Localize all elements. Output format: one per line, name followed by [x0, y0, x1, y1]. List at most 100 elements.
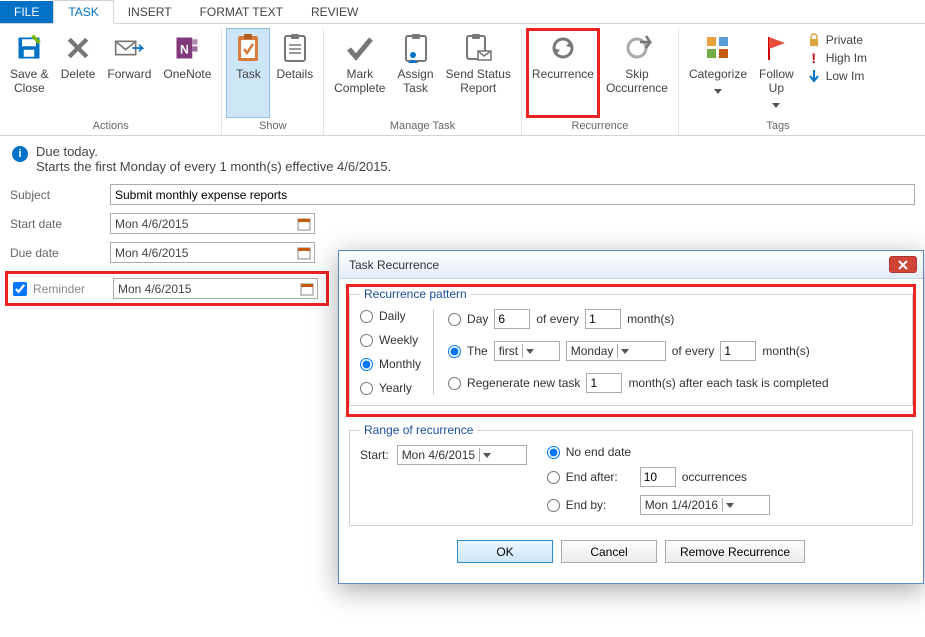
save-icon [13, 32, 45, 64]
tab-task[interactable]: TASK [53, 0, 113, 24]
skip-label: Skip Occurrence [606, 68, 668, 96]
clipboard-mail-icon [462, 32, 494, 64]
exclamation-icon: ! [806, 50, 822, 66]
send-status-button[interactable]: Send Status Report [440, 28, 517, 118]
pattern-regenerate-option[interactable]: Regenerate new task month(s) after each … [448, 373, 902, 393]
calendar-icon[interactable] [296, 245, 312, 261]
recurrence-pattern-group: Recurrence pattern Daily Weekly Monthly … [349, 287, 913, 406]
due-date-input[interactable]: Mon 4/6/2015 [110, 242, 315, 263]
the-months-input[interactable] [720, 341, 756, 361]
info-line1: Due today. [36, 144, 391, 159]
recurrence-button[interactable]: Recurrence [526, 28, 600, 118]
save-close-button[interactable]: Save & Close [4, 28, 55, 118]
info-line2: Starts the first Monday of every 1 month… [36, 159, 391, 174]
pattern-the-option[interactable]: The first Monday of every month(s) [448, 341, 902, 361]
dayofweek-select[interactable]: Monday [566, 341, 666, 361]
tab-review[interactable]: REVIEW [297, 1, 372, 23]
day-months-input[interactable] [585, 309, 621, 329]
range-of-recurrence-group: Range of recurrence Start: Mon 4/6/2015 … [349, 423, 913, 526]
regen-months-input[interactable] [586, 373, 622, 393]
delete-button[interactable]: Delete [55, 28, 102, 118]
group-show: Task Details Show [222, 28, 324, 135]
range-start-label: Start: [360, 448, 389, 462]
group-actions: Save & Close Delete Forward N OneNote [0, 28, 222, 135]
mark-complete-label: Mark Complete [334, 68, 385, 96]
ok-button[interactable]: OK [457, 540, 553, 563]
reminder-checkbox[interactable] [13, 282, 27, 296]
ribbon-tabs: FILE TASK INSERT FORMAT TEXT REVIEW [0, 0, 925, 24]
task-label: Task [236, 68, 261, 82]
dialog-titlebar[interactable]: Task Recurrence [339, 251, 923, 279]
tab-format-text[interactable]: FORMAT TEXT [186, 1, 297, 23]
calendar-icon[interactable] [299, 281, 315, 297]
group-manage-label: Manage Task [390, 118, 455, 135]
delete-label: Delete [61, 68, 96, 82]
reminder-date-input[interactable]: Mon 4/6/2015 [113, 278, 318, 299]
onenote-button[interactable]: N OneNote [157, 28, 217, 118]
start-date-input[interactable]: Mon 4/6/2015 [110, 213, 315, 234]
group-tags: Categorize Follow Up Private ! High Im [679, 28, 877, 135]
low-label: Low Im [826, 69, 865, 83]
range-endby-option[interactable]: End by:Mon 1/4/2016 [547, 495, 770, 515]
low-importance-button[interactable]: Low Im [806, 68, 867, 84]
group-tags-label: Tags [766, 118, 789, 135]
freq-weekly[interactable]: Weekly [360, 333, 421, 347]
task-button[interactable]: Task [226, 28, 270, 118]
followup-label: Follow Up [759, 68, 794, 96]
start-date-value: Mon 4/6/2015 [115, 217, 188, 231]
info-icon: i [12, 146, 28, 162]
close-button[interactable] [889, 256, 917, 273]
freq-monthly[interactable]: Monthly [360, 357, 421, 371]
task-recurrence-dialog: Task Recurrence Recurrence pattern Daily… [338, 250, 924, 584]
mark-complete-button[interactable]: Mark Complete [328, 28, 391, 118]
due-date-label: Due date [10, 246, 110, 260]
close-icon [898, 260, 908, 270]
pattern-day-option[interactable]: Day of every month(s) [448, 309, 902, 329]
clipboard-details-icon [279, 32, 311, 64]
send-status-label: Send Status Report [446, 68, 511, 96]
onenote-icon: N [171, 32, 203, 64]
tab-insert[interactable]: INSERT [114, 1, 186, 23]
clipboard-person-icon [400, 32, 432, 64]
freq-yearly[interactable]: Yearly [360, 381, 421, 395]
tab-file[interactable]: FILE [0, 1, 53, 23]
cancel-button[interactable]: Cancel [561, 540, 657, 563]
details-button[interactable]: Details [270, 28, 319, 118]
categorize-button[interactable]: Categorize [683, 28, 753, 118]
recurrence-icon [547, 32, 579, 64]
chevron-down-icon [772, 98, 780, 112]
private-label: Private [826, 33, 863, 47]
assign-task-button[interactable]: Assign Task [391, 28, 439, 118]
ribbon: Save & Close Delete Forward N OneNote [0, 24, 925, 136]
private-button[interactable]: Private [806, 32, 867, 48]
pattern-legend: Recurrence pattern [360, 287, 471, 301]
group-actions-label: Actions [93, 118, 129, 135]
remove-recurrence-button[interactable]: Remove Recurrence [665, 540, 805, 563]
chevron-down-icon [479, 448, 493, 462]
details-label: Details [276, 68, 313, 82]
range-start-input[interactable]: Mon 4/6/2015 [397, 445, 527, 465]
subject-input[interactable] [110, 184, 915, 205]
day-number-input[interactable] [494, 309, 530, 329]
range-noend-option[interactable]: No end date [547, 445, 770, 459]
onenote-label: OneNote [163, 68, 211, 82]
arrow-down-icon [806, 68, 822, 84]
ordinal-select[interactable]: first [494, 341, 560, 361]
endafter-count-input[interactable] [640, 467, 676, 487]
reminder-row: Reminder Mon 4/6/2015 [5, 271, 329, 306]
high-importance-button[interactable]: ! High Im [806, 50, 867, 66]
freq-daily[interactable]: Daily [360, 309, 421, 323]
reminder-label: Reminder [33, 282, 107, 296]
chevron-down-icon [617, 344, 631, 358]
calendar-icon[interactable] [296, 216, 312, 232]
categorize-icon [702, 32, 734, 64]
skip-icon [621, 32, 653, 64]
skip-occurrence-button[interactable]: Skip Occurrence [600, 28, 674, 118]
forward-button[interactable]: Forward [101, 28, 157, 118]
range-endafter-option[interactable]: End after:occurrences [547, 467, 770, 487]
forward-icon [113, 32, 145, 64]
endby-date-input[interactable]: Mon 1/4/2016 [640, 495, 770, 515]
recurrence-label: Recurrence [532, 68, 594, 82]
range-legend: Range of recurrence [360, 423, 477, 437]
followup-button[interactable]: Follow Up [753, 28, 800, 118]
